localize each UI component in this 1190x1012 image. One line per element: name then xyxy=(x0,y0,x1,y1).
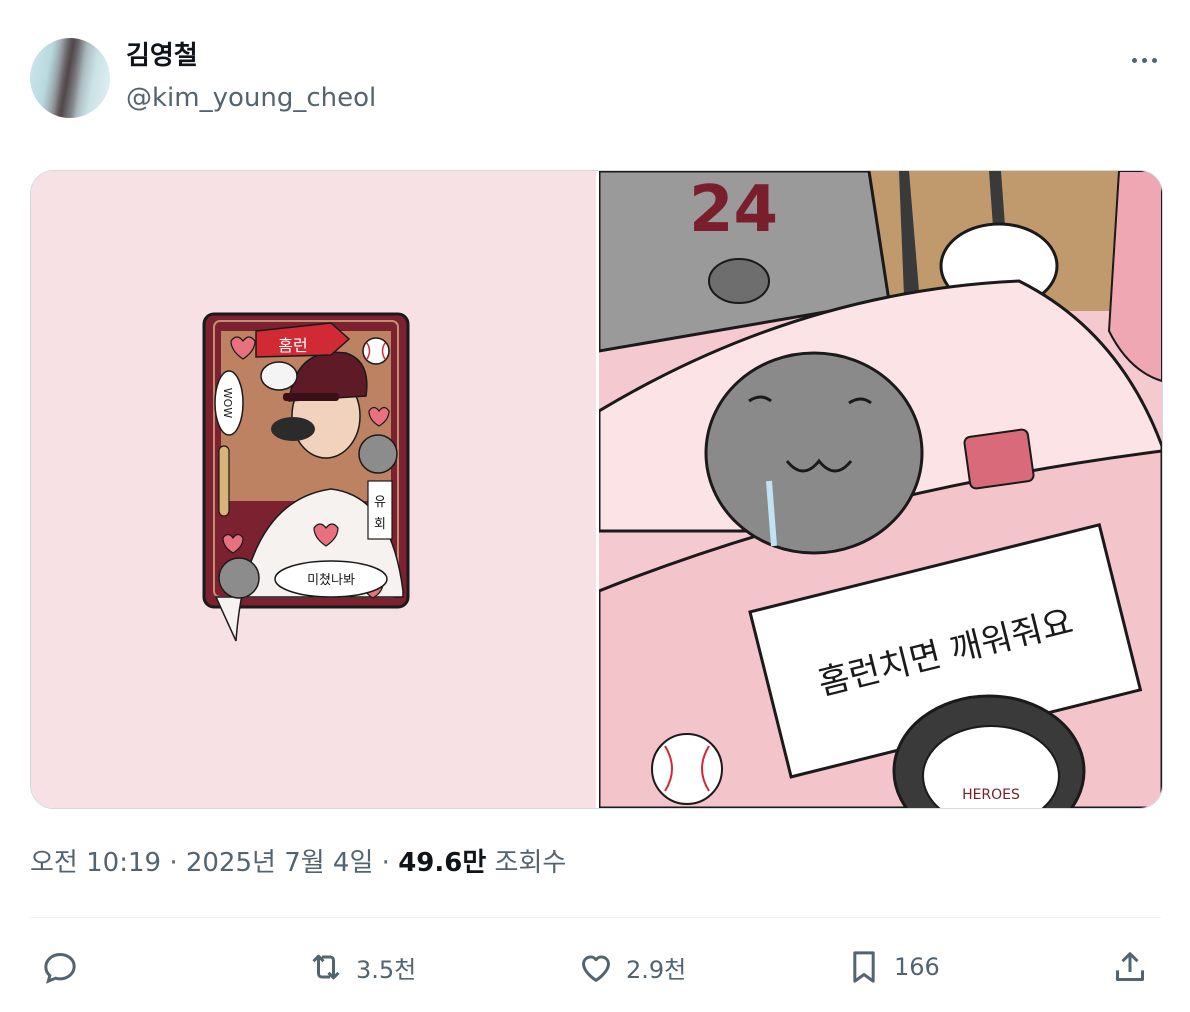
bookmark-count: 166 xyxy=(894,953,940,981)
retweet-count: 3.5천 xyxy=(356,955,417,984)
heart-icon xyxy=(582,955,610,982)
meta-separator: · xyxy=(169,848,186,878)
tweet-time[interactable]: 오전 10:19 xyxy=(30,848,161,878)
tweet-meta: 오전 10:19 · 2025년 7월 4일 · 49.6만 조회수 xyxy=(30,845,566,881)
sleeping-cat-illustration: 24 홈런치면 깨워줘요 HEROES xyxy=(597,171,1162,808)
retweet-button[interactable]: 3.5천 xyxy=(306,945,416,989)
media-image-card[interactable]: 홈런 WOW 유 회 미쳤나봐 xyxy=(31,171,596,808)
views-count: 49.6만 xyxy=(398,848,487,878)
card-side-label-1: 유 xyxy=(374,495,386,510)
tweet-media[interactable]: 홈런 WOW 유 회 미쳤나봐 24 홈런치면 깨워줘요 HEROES xyxy=(30,170,1163,809)
share-button[interactable] xyxy=(1110,945,1150,989)
retweet-icon xyxy=(312,954,340,980)
card-wow-text: WOW xyxy=(221,388,234,419)
author-handle[interactable]: @kim_young_cheol xyxy=(126,80,376,116)
reply-button[interactable] xyxy=(40,945,80,989)
divider xyxy=(30,917,1161,918)
like-button[interactable]: 2.9천 xyxy=(576,945,686,989)
like-count: 2.9천 xyxy=(626,955,687,984)
bookmark-icon xyxy=(853,951,875,983)
more-options-icon[interactable] xyxy=(1124,46,1164,74)
views-label: 조회수 xyxy=(494,848,567,878)
bookmark-button[interactable]: 166 xyxy=(844,945,940,989)
card-headline: 홈런 xyxy=(278,336,307,355)
share-icon xyxy=(1116,952,1144,981)
meta-separator: · xyxy=(381,848,399,878)
plush-logo-text: HEROES xyxy=(962,787,1020,803)
author-name[interactable]: 김영철 xyxy=(126,38,198,74)
baseball-card-illustration: 홈런 WOW 유 회 미쳤나봐 xyxy=(202,312,410,642)
jersey-number: 24 xyxy=(689,173,778,247)
reply-icon xyxy=(44,952,76,984)
media-image-sleeping-cat[interactable]: 24 홈런치면 깨워줘요 HEROES xyxy=(597,171,1162,808)
avatar[interactable] xyxy=(30,38,110,118)
tweet-date[interactable]: 2025년 7월 4일 xyxy=(186,848,374,878)
card-bubble-text: 미쳤나봐 xyxy=(307,573,355,588)
card-side-label-2: 회 xyxy=(374,517,386,532)
